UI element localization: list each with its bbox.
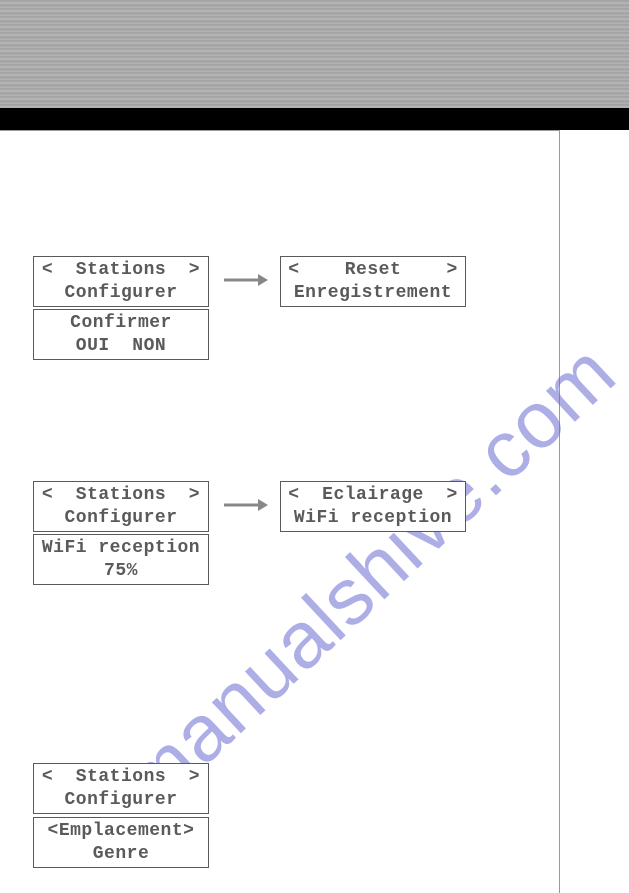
page-content-frame: manualshive.com < Stations > Configurer … <box>0 130 560 893</box>
arrow-right-icon <box>222 271 268 289</box>
lcd-line: < Reset > <box>285 259 461 282</box>
lcd-wifi-reception-75: WiFi reception 75% <box>33 534 209 585</box>
lcd-stations-configurer-2: < Stations > Configurer <box>33 481 209 532</box>
lcd-line: WiFi reception <box>38 537 204 560</box>
lcd-line: <Emplacement> <box>38 820 204 843</box>
lcd-line: 75% <box>38 560 204 583</box>
lcd-line: Enregistrement <box>285 282 461 305</box>
lcd-line: Configurer <box>38 507 204 530</box>
arrow-right-icon <box>222 496 268 514</box>
black-separator-strip <box>0 108 629 130</box>
lcd-line: Genre <box>38 843 204 866</box>
lcd-line: < Stations > <box>38 259 204 282</box>
lcd-eclairage-wifi: < Eclairage > WiFi reception <box>280 481 466 532</box>
metal-texture-band <box>0 0 629 108</box>
lcd-line: < Stations > <box>38 484 204 507</box>
lcd-stations-configurer-3: < Stations > Configurer <box>33 763 209 814</box>
lcd-line: WiFi reception <box>285 507 461 530</box>
lcd-confirmer-oui-non: Confirmer OUI NON <box>33 309 209 360</box>
lcd-stations-configurer-1: < Stations > Configurer <box>33 256 209 307</box>
lcd-line: Confirmer <box>38 312 204 335</box>
lcd-line: OUI NON <box>38 335 204 358</box>
lcd-emplacement-genre: <Emplacement> Genre <box>33 817 209 868</box>
lcd-line: Configurer <box>38 789 204 812</box>
lcd-line: Configurer <box>38 282 204 305</box>
lcd-line: < Stations > <box>38 766 204 789</box>
lcd-reset-enregistrement: < Reset > Enregistrement <box>280 256 466 307</box>
lcd-line: < Eclairage > <box>285 484 461 507</box>
